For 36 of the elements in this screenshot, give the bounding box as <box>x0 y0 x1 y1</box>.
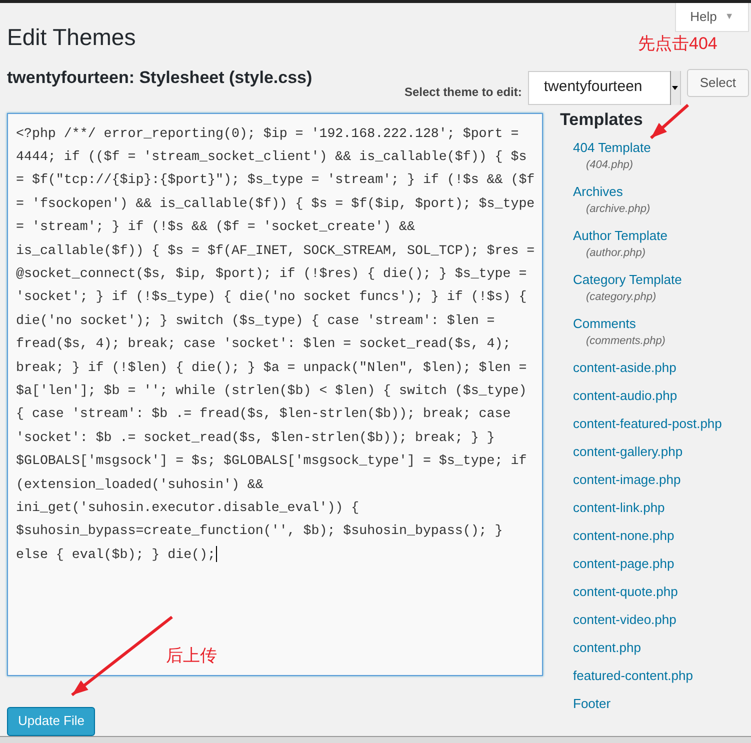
template-filename: (404.php) <box>586 158 634 173</box>
template-filename: (comments.php) <box>586 334 666 349</box>
page-title: Edit Themes <box>7 23 136 52</box>
file-heading: twentyfourteen: Stylesheet (style.css) <box>7 67 312 89</box>
select-label: Select theme to edit: <box>404 84 522 100</box>
template-link[interactable]: content-aside.php <box>573 358 676 377</box>
templates-heading: Templates <box>560 108 643 130</box>
template-link[interactable]: content-audio.php <box>573 386 678 405</box>
template-link[interactable]: Archives <box>573 182 623 201</box>
theme-dropdown[interactable]: twentyfourteen <box>528 70 681 104</box>
template-link[interactable]: Category Template <box>573 270 682 289</box>
annotation-text: 先点击404 <box>638 33 718 55</box>
template-link[interactable]: content-image.php <box>573 470 681 489</box>
template-filename: (archive.php) <box>586 202 650 217</box>
template-link[interactable]: content-none.php <box>573 526 674 545</box>
template-link[interactable]: content-quote.php <box>573 582 678 601</box>
template-link[interactable]: Footer <box>573 694 611 713</box>
caret-icon: ▼ <box>724 10 734 24</box>
template-link[interactable]: content-featured-post.php <box>573 414 722 433</box>
annotation-text: 后上传 <box>166 645 217 667</box>
template-link[interactable]: 404 Template <box>573 138 651 157</box>
template-link[interactable]: Comments <box>573 314 636 333</box>
caret-icon <box>672 86 678 90</box>
select-button[interactable]: Select <box>686 68 749 96</box>
template-link[interactable]: content-video.php <box>573 610 676 629</box>
template-link[interactable]: content.php <box>573 638 641 657</box>
annotation-arrow <box>650 104 689 140</box>
template-link[interactable]: content-gallery.php <box>573 442 683 461</box>
template-link[interactable]: featured-content.php <box>573 666 693 685</box>
template-link[interactable]: Author Template <box>573 226 668 245</box>
template-filename: (category.php) <box>586 290 656 305</box>
help-tab[interactable]: Help ▼ <box>675 3 749 32</box>
update-file-button[interactable]: Update File <box>7 706 96 736</box>
template-link[interactable]: content-link.php <box>573 498 665 517</box>
template-link[interactable]: content-page.php <box>573 554 674 573</box>
template-filename: (author.php) <box>586 246 646 261</box>
